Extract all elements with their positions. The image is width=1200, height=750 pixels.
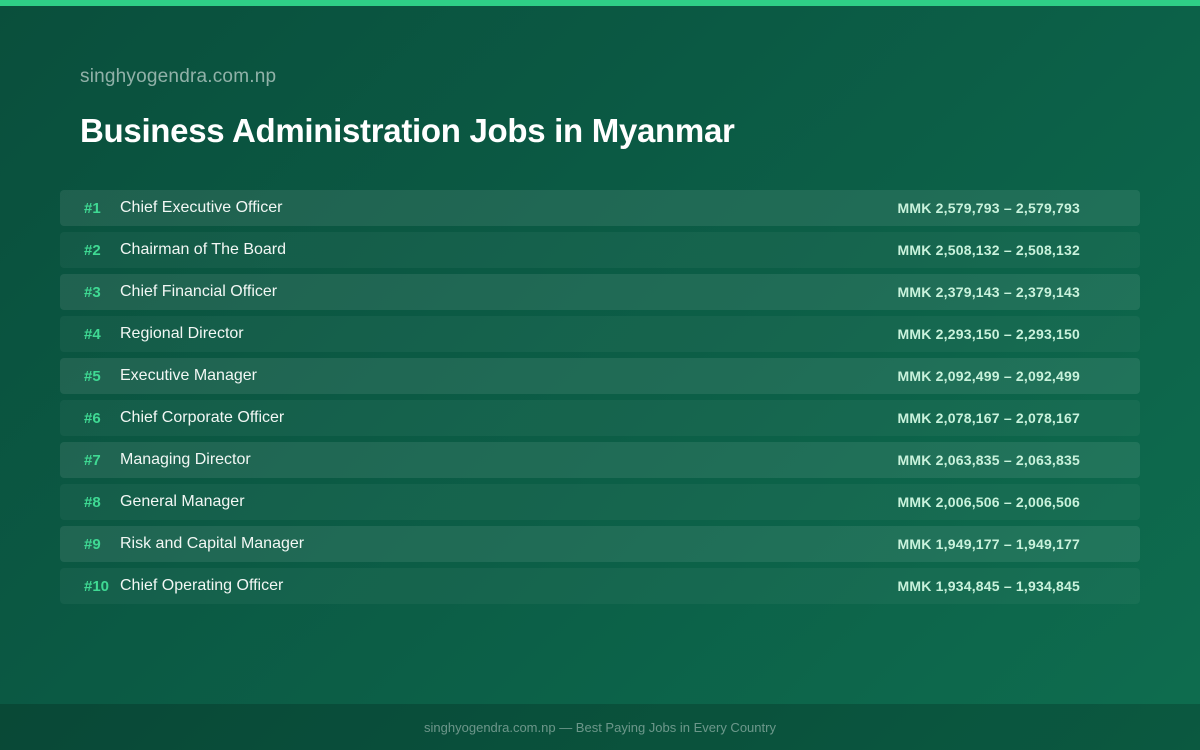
job-row: #9 Risk and Capital Manager MMK 1,949,17… — [60, 526, 1140, 562]
job-salary: MMK 1,949,177 – 1,949,177 — [897, 536, 1080, 552]
page-title: Business Administration Jobs in Myanmar — [80, 112, 735, 149]
job-salary: MMK 2,508,132 – 2,508,132 — [897, 242, 1080, 258]
job-row: #1 Chief Executive Officer MMK 2,579,793… — [60, 190, 1140, 226]
job-title: Chief Executive Officer — [120, 199, 283, 216]
job-rank: #7 — [84, 451, 101, 469]
job-row: #7 Managing Director MMK 2,063,835 – 2,0… — [60, 442, 1140, 478]
job-rank: #9 — [84, 535, 101, 553]
job-title: Chief Financial Officer — [120, 283, 278, 300]
job-title: Chief Corporate Officer — [120, 409, 285, 426]
job-salary: MMK 2,579,793 – 2,579,793 — [897, 200, 1080, 216]
job-title: Chairman of The Board — [120, 241, 287, 258]
job-rank: #10 — [84, 577, 110, 595]
job-title: Executive Manager — [120, 367, 257, 384]
job-row: #2 Chairman of The Board MMK 2,508,132 –… — [60, 232, 1140, 268]
job-row: #3 Chief Financial Officer MMK 2,379,143… — [60, 274, 1140, 310]
job-title: Managing Director — [120, 451, 251, 468]
job-list: #1 Chief Executive Officer MMK 2,579,793… — [60, 190, 1140, 610]
job-row: #5 Executive Manager MMK 2,092,499 – 2,0… — [60, 358, 1140, 394]
job-rank: #3 — [84, 283, 101, 301]
job-salary: MMK 2,092,499 – 2,092,499 — [897, 368, 1080, 384]
job-row: #8 General Manager MMK 2,006,506 – 2,006… — [60, 484, 1140, 520]
job-salary: MMK 2,063,835 – 2,063,835 — [897, 452, 1080, 468]
job-title: Chief Operating Officer — [120, 577, 284, 594]
job-rank: #5 — [84, 367, 101, 385]
job-row: #6 Chief Corporate Officer MMK 2,078,167… — [60, 400, 1140, 436]
job-title: Regional Director — [120, 325, 244, 342]
job-salary: MMK 2,006,506 – 2,006,506 — [897, 494, 1080, 510]
job-row: #4 Regional Director MMK 2,293,150 – 2,2… — [60, 316, 1140, 352]
job-salary: MMK 1,934,845 – 1,934,845 — [897, 578, 1080, 594]
job-rank: #4 — [84, 325, 101, 343]
site-name: singhyogendra.com.np — [80, 66, 277, 87]
footer: singhyogendra.com.np — Best Paying Jobs … — [0, 704, 1200, 750]
job-salary: MMK 2,293,150 – 2,293,150 — [897, 326, 1080, 342]
job-rank: #2 — [84, 241, 101, 259]
footer-text: singhyogendra.com.np — Best Paying Jobs … — [424, 719, 776, 735]
job-rank: #1 — [84, 199, 101, 217]
job-title: Risk and Capital Manager — [120, 535, 305, 552]
job-row: #10 Chief Operating Officer MMK 1,934,84… — [60, 568, 1140, 604]
top-accent-bar — [0, 0, 1200, 6]
job-salary: MMK 2,379,143 – 2,379,143 — [897, 284, 1080, 300]
job-title: General Manager — [120, 493, 245, 510]
job-salary: MMK 2,078,167 – 2,078,167 — [897, 410, 1080, 426]
job-rank: #6 — [84, 409, 101, 427]
job-rank: #8 — [84, 493, 101, 511]
